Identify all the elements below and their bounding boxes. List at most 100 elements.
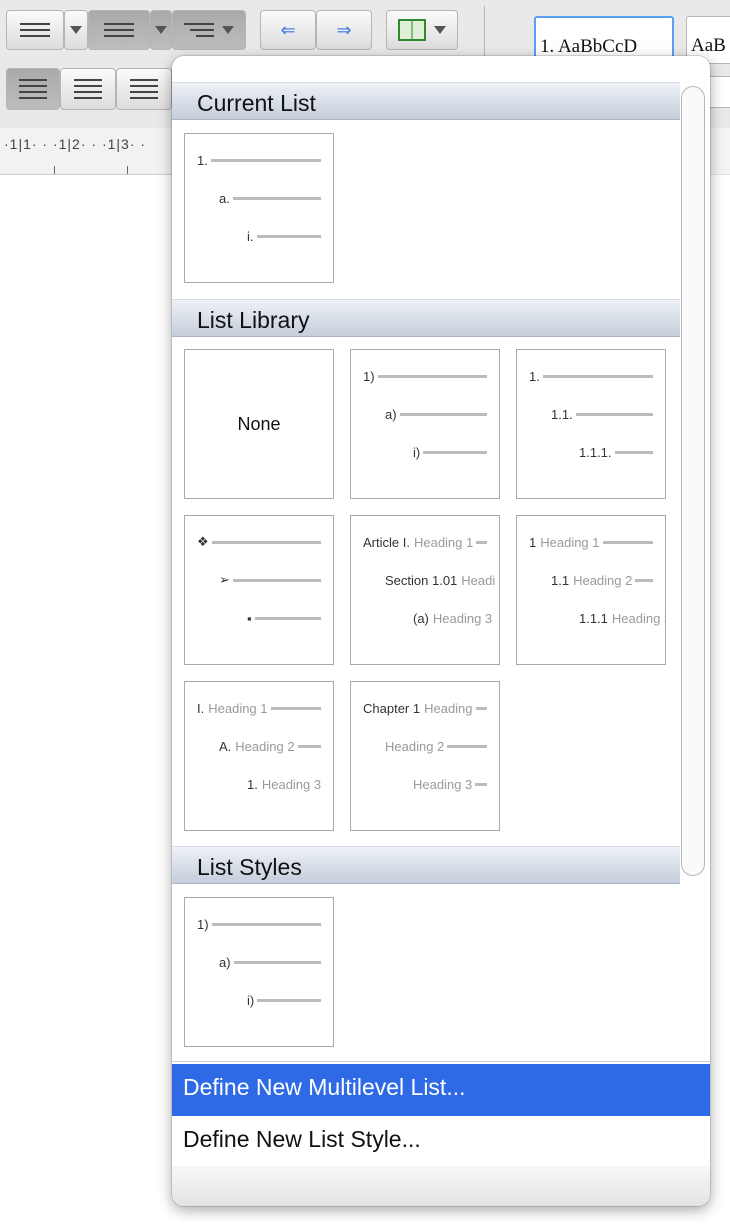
- list-style-thumbnail[interactable]: 1) a) i): [184, 897, 334, 1047]
- section-header-list-styles: List Styles: [172, 846, 680, 884]
- level-number-label: 1): [363, 368, 375, 384]
- bullets-button[interactable]: [6, 10, 64, 50]
- align-right-button[interactable]: [116, 68, 172, 110]
- level-number-label: i): [413, 444, 421, 460]
- list-library-item[interactable]: I. Heading 1 A. Heading 2 1. Heading 3: [184, 681, 334, 831]
- thumb-level-2: 1.1 Heading 2: [517, 570, 665, 590]
- thumb-level-2: 1.1.: [517, 404, 665, 424]
- thumb-level-2: Section 1.01 Headi: [351, 570, 499, 590]
- thumb-level-3: 1.1.1Heading 3: [517, 608, 665, 628]
- thumb-level-1: Article I. Heading 1: [351, 532, 499, 552]
- multilevel-list-icon: [184, 23, 214, 37]
- heading-style-label: Headi: [461, 572, 496, 588]
- align-center-button[interactable]: [60, 68, 116, 110]
- thumb-level-2: A. Heading 2: [185, 736, 333, 756]
- chevron-down-icon: [155, 26, 167, 34]
- placeholder-line: [475, 706, 487, 710]
- thumb-level-1: 1.: [517, 366, 665, 386]
- level-number-label: Article I.: [363, 534, 410, 550]
- thumb-level-3: i.: [185, 226, 333, 246]
- thumb-level-3: (a) Heading 3: [351, 608, 499, 628]
- level-number-label: ▪: [247, 610, 252, 626]
- placeholder-line: [257, 998, 321, 1002]
- thumb-level-1: Chapter 1 Heading: [351, 698, 499, 718]
- level-number-label: 1.: [247, 776, 258, 792]
- placeholder-line: [297, 744, 321, 748]
- thumb-level-3: 1. Heading 3: [185, 774, 333, 794]
- heading-style-label: Heading: [424, 700, 473, 716]
- placeholder-line: [614, 450, 653, 454]
- placeholder-line: [635, 578, 653, 582]
- list-library-item[interactable]: Article I. Heading 1 Section 1.01 Headi (a) H…: [350, 515, 500, 665]
- thumb-level-3: i): [185, 990, 333, 1010]
- level-number-label: i.: [247, 228, 254, 244]
- level-number-label: Chapter 1: [363, 700, 421, 716]
- list-library-item[interactable]: Chapter 1 Heading Heading 2 Heading 3: [350, 681, 500, 831]
- thumb-level-3: ▪: [185, 608, 333, 628]
- heading-style-label: Heading 2: [385, 738, 445, 754]
- bullets-dropdown-button[interactable]: [64, 10, 88, 50]
- placeholder-line: [423, 450, 487, 454]
- numbering-button[interactable]: [88, 10, 150, 50]
- align-left-button[interactable]: [6, 68, 60, 110]
- thumb-level-2: a): [351, 404, 499, 424]
- level-number-label: (a): [413, 610, 429, 626]
- level-number-label: 1: [529, 534, 537, 550]
- define-new-list-style-item[interactable]: Define New List Style...: [172, 1116, 710, 1168]
- level-number-label: 1.1.1: [579, 610, 608, 626]
- thumb-level-3: i): [351, 442, 499, 462]
- list-library-item[interactable]: 1Heading 1 1.1Heading 2 1.1.1Heading 3: [516, 515, 666, 665]
- heading-style-label: Heading 3: [611, 610, 665, 626]
- thumb-level-2: Heading 2: [351, 736, 499, 756]
- chevron-down-icon: [434, 26, 446, 34]
- placeholder-line: [211, 540, 321, 544]
- thumb-level-1: 1.: [185, 150, 333, 170]
- placeholder-line: [377, 374, 487, 378]
- placeholder-line: [447, 744, 487, 748]
- heading-style-label: Heading 3: [413, 776, 473, 792]
- placeholder-line: [233, 960, 321, 964]
- thumb-level-1: I. Heading 1: [185, 698, 333, 718]
- define-new-multilevel-list-item[interactable]: Define New Multilevel List...: [172, 1064, 710, 1116]
- align-left-icon: [19, 79, 47, 99]
- decrease-indent-icon: ⇐: [280, 19, 296, 40]
- heading-style-label: Heading 1: [413, 534, 474, 550]
- thumb-level-1: ❖: [185, 532, 333, 552]
- chevron-down-icon: [222, 26, 234, 34]
- thumb-level-1: 1): [351, 366, 499, 386]
- list-library-item[interactable]: 1) a) i): [350, 349, 500, 499]
- decrease-indent-button[interactable]: ⇐: [260, 10, 316, 50]
- columns-button[interactable]: [386, 10, 458, 50]
- horizontal-ruler[interactable]: ·1|1· · ·1|2· · ·1|3· ·: [0, 128, 175, 175]
- placeholder-line: [210, 158, 321, 162]
- increase-indent-button[interactable]: ⇒: [316, 10, 372, 50]
- multilevel-list-button[interactable]: [172, 10, 246, 50]
- level-number-label: a.: [219, 190, 230, 206]
- thumb-level-3: 1.1.1.: [517, 442, 665, 462]
- level-number-label: 1.: [529, 368, 540, 384]
- ruler-labels: ·1|1· · ·1|2· · ·1|3· ·: [4, 136, 147, 152]
- list-library-item[interactable]: 1. 1.1. 1.1.1.: [516, 349, 666, 499]
- popup-footer: [172, 1166, 710, 1206]
- level-number-label: i): [247, 992, 255, 1008]
- align-center-icon: [74, 79, 102, 99]
- thumb-level-2: a.: [185, 188, 333, 208]
- placeholder-line: [602, 540, 653, 544]
- chevron-down-icon: [70, 26, 82, 34]
- section-header-list-library: List Library: [172, 299, 680, 337]
- thumb-level-2: ➢: [185, 570, 333, 590]
- gallery-scrollbar[interactable]: [681, 86, 705, 876]
- placeholder-line: [256, 234, 321, 238]
- placeholder-line: [575, 412, 653, 416]
- current-list-thumbnail[interactable]: 1. a. i.: [184, 133, 334, 283]
- multilevel-list-popup: Current List List Library List Styles De…: [172, 56, 710, 1206]
- heading-style-label: Heading 1: [540, 534, 600, 550]
- list-library-none[interactable]: None: [184, 349, 334, 499]
- placeholder-line: [542, 374, 653, 378]
- placeholder-line: [270, 706, 321, 710]
- placeholder-line: [476, 540, 487, 544]
- list-library-item[interactable]: ❖ ➢ ▪: [184, 515, 334, 665]
- level-number-label: 1.1.1.: [579, 444, 612, 460]
- bulleted-list-icon: [20, 23, 50, 37]
- numbering-dropdown-button[interactable]: [150, 10, 172, 50]
